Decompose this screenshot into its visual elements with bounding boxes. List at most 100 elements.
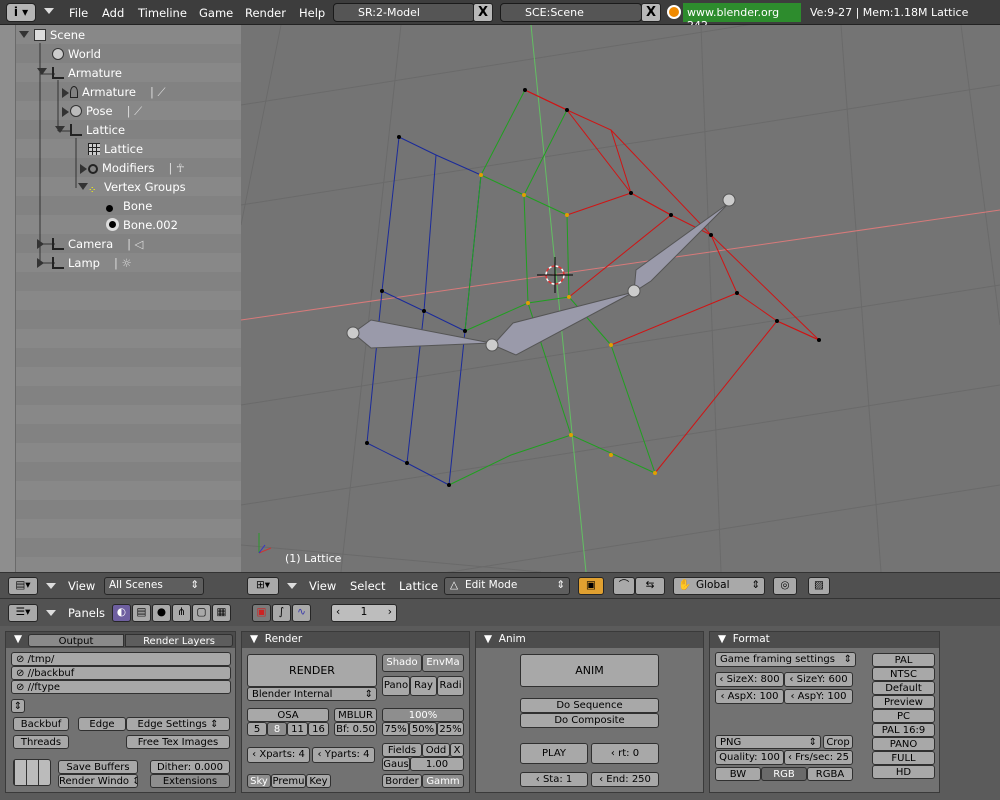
panels-menu[interactable]: Panels bbox=[68, 606, 105, 620]
yparts-field[interactable]: ‹ Yparts: 4 bbox=[312, 747, 375, 763]
outliner-item-lattice-data[interactable]: Lattice bbox=[88, 142, 143, 156]
filter-size-field[interactable]: 1.00 bbox=[410, 757, 464, 771]
sound-buttons-icon[interactable]: ∿ bbox=[292, 604, 311, 622]
mblur-toggle[interactable]: MBLUR bbox=[334, 708, 377, 722]
manipulator-button[interactable]: ⇆ bbox=[635, 577, 665, 595]
info-window-type-button[interactable]: i ▾ bbox=[6, 3, 36, 22]
sizey-field[interactable]: ‹ SizeY: 600 bbox=[784, 672, 853, 687]
outliner-item-lattice-object[interactable]: Lattice bbox=[70, 123, 125, 137]
collapse-menu-icon[interactable] bbox=[44, 8, 54, 14]
viewport-canvas[interactable] bbox=[241, 25, 1000, 572]
render-window-select[interactable]: Render Windo ⇕ bbox=[58, 774, 138, 788]
screen-selector[interactable]: SR:2-Model bbox=[333, 3, 475, 22]
file-type-select[interactable]: PNG ⇕ bbox=[715, 735, 821, 749]
sizex-field[interactable]: ‹ SizeX: 800 bbox=[715, 672, 784, 687]
frame-number-field[interactable]: ‹ 1 › bbox=[331, 604, 397, 622]
menu-timeline[interactable]: Timeline bbox=[138, 6, 187, 20]
menu-game[interactable]: Game bbox=[199, 6, 233, 20]
fps-field[interactable]: ‹ Frs/sec: 25 bbox=[784, 750, 853, 765]
sky-toggle[interactable]: Sky bbox=[247, 774, 271, 788]
rgba-toggle[interactable]: RGBA bbox=[807, 767, 853, 781]
size-75-button[interactable]: 75% bbox=[382, 722, 409, 736]
aspy-field[interactable]: ‹ AspY: 100 bbox=[784, 689, 853, 704]
size-25-button[interactable]: 25% bbox=[437, 722, 464, 736]
radio-toggle[interactable]: Radi bbox=[437, 676, 464, 696]
transform-orientation-select[interactable]: ✋ Global ⇕ bbox=[673, 577, 765, 595]
render-display-grid-icon[interactable] bbox=[13, 759, 51, 786]
size-50-button[interactable]: 50% bbox=[409, 722, 437, 736]
tab-output[interactable]: Output bbox=[28, 634, 124, 647]
game-framing-select[interactable]: Game framing settings ⇕ bbox=[715, 652, 856, 667]
preset-pal169[interactable]: PAL 16:9 bbox=[872, 723, 935, 737]
border-toggle[interactable]: Border bbox=[382, 774, 422, 788]
preset-ntsc[interactable]: NTSC bbox=[872, 667, 935, 681]
outliner-item-modifiers[interactable]: Modifiers | ☥ bbox=[88, 161, 185, 175]
outliner-item-camera[interactable]: Camera | ◁ bbox=[52, 237, 144, 251]
bone-joint[interactable] bbox=[627, 284, 641, 298]
output-path-pics[interactable]: ⊘ /tmp/ bbox=[11, 652, 231, 666]
outliner-item-pose[interactable]: Pose | ⟋ bbox=[70, 104, 142, 119]
menu-help[interactable]: Help bbox=[299, 6, 325, 20]
edge-toggle[interactable]: Edge bbox=[78, 717, 126, 731]
bone-shape[interactable] bbox=[633, 202, 730, 293]
proportional-edit-button[interactable]: ◎ bbox=[773, 577, 797, 595]
quality-field[interactable]: Quality: 100 bbox=[715, 750, 784, 765]
odd-toggle[interactable]: Odd bbox=[422, 743, 450, 757]
bone-joint[interactable] bbox=[346, 326, 360, 340]
do-composite-toggle[interactable]: Do Composite bbox=[520, 713, 659, 728]
editing-context-icon[interactable]: ▢ bbox=[192, 604, 211, 622]
collapse-menu-icon[interactable] bbox=[46, 610, 56, 616]
osa-16[interactable]: 16 bbox=[308, 722, 329, 736]
gamma-toggle[interactable]: Gamm bbox=[422, 774, 464, 788]
rt-field[interactable]: ‹ rt: 0 bbox=[591, 743, 659, 764]
collapse-menu-icon[interactable] bbox=[287, 583, 297, 589]
preset-pc[interactable]: PC bbox=[872, 709, 935, 723]
preset-pano[interactable]: PANO bbox=[872, 737, 935, 751]
preset-default[interactable]: Default bbox=[872, 681, 935, 695]
envmap-toggle[interactable]: EnvMa bbox=[422, 654, 464, 672]
free-tex-images-button[interactable]: Free Tex Images bbox=[126, 735, 230, 749]
anim-button[interactable]: ANIM bbox=[520, 654, 659, 687]
preset-pal[interactable]: PAL bbox=[872, 653, 935, 667]
screen-delete-button[interactable]: X bbox=[473, 3, 493, 22]
scene-context-icon[interactable]: ▦ bbox=[212, 604, 231, 622]
backbuf-toggle[interactable]: Backbuf bbox=[13, 717, 69, 731]
output-path-backbuf[interactable]: ⊘ //backbuf bbox=[11, 666, 231, 680]
buttons-window-type-button[interactable]: ☰▾ bbox=[8, 604, 38, 622]
output-path-ftype[interactable]: ⊘ //ftype bbox=[11, 680, 231, 694]
save-buffers-toggle[interactable]: Save Buffers bbox=[58, 760, 138, 774]
osa-11[interactable]: 11 bbox=[287, 722, 308, 736]
xparts-field[interactable]: ‹ Xparts: 4 bbox=[247, 747, 310, 763]
blur-factor-field[interactable]: Bf: 0.50 bbox=[334, 722, 377, 736]
ray-toggle[interactable]: Ray bbox=[410, 676, 437, 696]
bw-toggle[interactable]: BW bbox=[715, 767, 761, 781]
anim-buttons-icon[interactable]: ∫ bbox=[272, 604, 291, 622]
mode-select[interactable]: △ Edit Mode ⇕ bbox=[444, 577, 570, 595]
3d-cursor-icon[interactable] bbox=[537, 257, 573, 293]
start-frame-field[interactable]: ‹ Sta: 1 bbox=[520, 772, 588, 787]
collapse-menu-icon[interactable] bbox=[46, 583, 56, 589]
outliner-item-armature-object[interactable]: Armature bbox=[52, 66, 122, 80]
bone-joint[interactable] bbox=[722, 193, 736, 207]
outliner-item-scene[interactable]: Scene bbox=[34, 28, 85, 42]
filter-type-select[interactable]: Gaus bbox=[382, 757, 410, 771]
osa-8[interactable]: 8 bbox=[267, 722, 287, 736]
select-menu[interactable]: Select bbox=[350, 579, 385, 593]
render-buttons-icon[interactable]: ▣ bbox=[252, 604, 271, 622]
3d-viewport[interactable]: (1) Lattice bbox=[241, 25, 1000, 572]
outliner-filter-select[interactable]: All Scenes ⇕ bbox=[104, 577, 204, 595]
pivot-button[interactable]: ⌒ bbox=[613, 577, 635, 595]
render-button[interactable]: RENDER bbox=[247, 654, 377, 687]
crop-toggle[interactable]: Crop bbox=[823, 735, 853, 749]
bone-shape[interactable] bbox=[352, 319, 492, 349]
tab-render-layers[interactable]: Render Layers bbox=[125, 634, 233, 647]
scene-delete-button[interactable]: X bbox=[641, 3, 661, 22]
extensions-toggle[interactable]: Extensions bbox=[150, 774, 230, 788]
x-toggle[interactable]: X bbox=[450, 743, 464, 757]
renderer-select[interactable]: Blender Internal ⇕ bbox=[247, 687, 377, 701]
do-sequence-toggle[interactable]: Do Sequence bbox=[520, 698, 659, 713]
shadow-toggle[interactable]: Shado bbox=[382, 654, 422, 672]
scene-link-icon[interactable]: ⇕ bbox=[11, 699, 25, 713]
outliner-item-bone[interactable]: Bone bbox=[106, 199, 152, 213]
shading-context-icon[interactable]: ● bbox=[152, 604, 171, 622]
